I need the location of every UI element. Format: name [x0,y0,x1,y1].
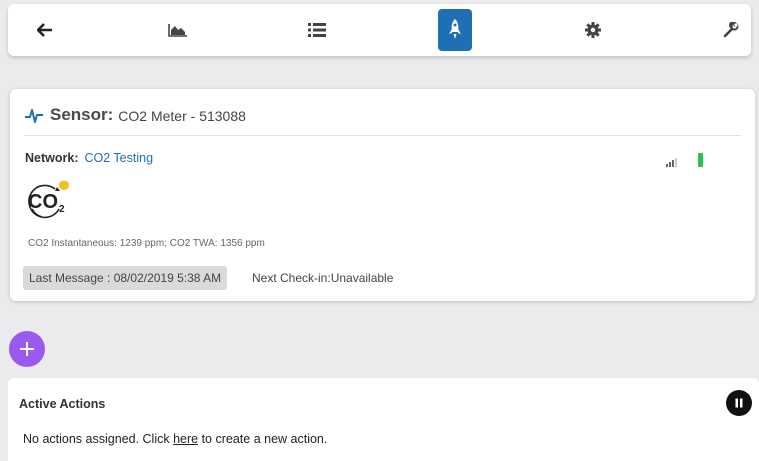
rocket-button[interactable] [438,9,472,51]
sensor-header: Sensor: CO2 Meter - 513088 [24,105,741,136]
no-actions-suffix: to create a new action. [198,432,328,446]
last-message-badge: Last Message : 08/02/2019 5:38 AM [23,266,228,290]
svg-text:2: 2 [59,204,65,215]
create-action-link[interactable]: here [173,432,198,446]
sensor-name: CO2 Meter - 513088 [118,108,246,124]
settings-button[interactable] [576,9,610,51]
co2-icon: CO 2 [28,181,69,219]
back-button[interactable] [28,9,62,51]
activity-icon [25,109,43,123]
svg-text:CO: CO [28,191,58,213]
rocket-icon [449,19,461,39]
plus-icon [20,342,34,356]
add-button[interactable] [9,331,45,367]
list-icon [308,23,326,37]
pause-button[interactable] [726,390,752,416]
network-link[interactable]: CO2 Testing [84,151,153,165]
active-actions-panel: Active Actions No actions assigned. Clic… [8,378,759,461]
top-toolbar [8,4,751,56]
sensor-label: Sensor: [50,105,114,124]
area-chart-icon [168,24,187,37]
signal-icon [666,158,677,167]
battery-icon [698,153,703,167]
list-button[interactable] [300,9,334,51]
pause-icon [735,398,743,408]
chart-button[interactable] [161,9,195,51]
gear-icon [585,22,601,38]
tools-button[interactable] [714,9,748,51]
wrench-icon [723,22,739,38]
sensor-reading: CO2 Instantaneous: 1239 ppm; CO2 TWA: 13… [28,238,265,249]
no-actions-message: No actions assigned. Click here to creat… [23,432,327,446]
sensor-card: Sensor: CO2 Meter - 513088 Network: CO2 T… [10,89,755,301]
next-checkin: Next Check-in:Unavailable [252,271,394,285]
network-label: Network: [25,151,79,165]
no-actions-prefix: No actions assigned. Click [23,432,174,446]
active-actions-title: Active Actions [19,397,106,411]
network-row: Network: CO2 Testing [25,151,153,165]
arrow-left-icon [37,23,52,37]
